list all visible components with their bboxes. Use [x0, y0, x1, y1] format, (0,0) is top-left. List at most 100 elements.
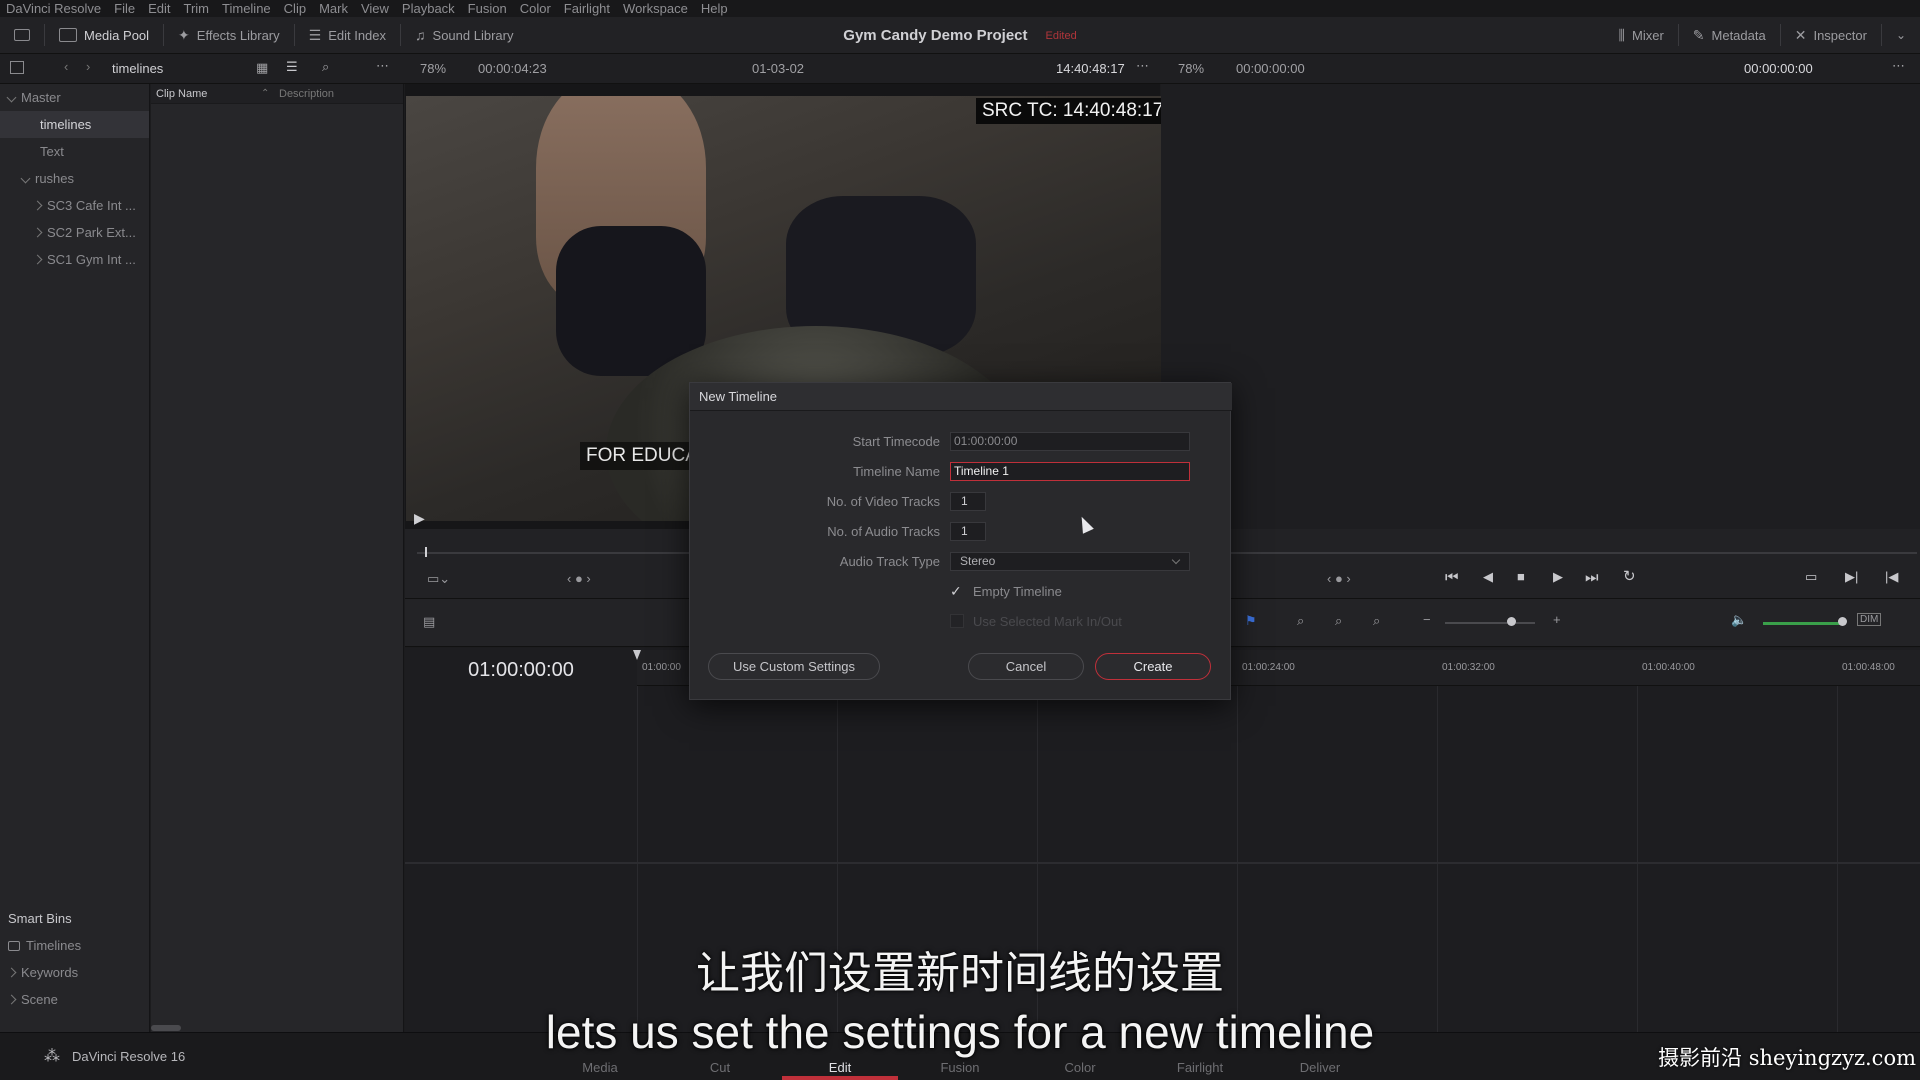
prev-edit-icon[interactable]: |◀	[1885, 569, 1898, 585]
expand-button[interactable]: ⌄	[1882, 17, 1920, 54]
go-to-end-icon[interactable]: ⏭	[1585, 569, 1599, 586]
zoom-full-icon[interactable]: ⌕	[1297, 613, 1304, 629]
menu-playback[interactable]: Playback	[402, 1, 455, 16]
audio-track-type-select[interactable]: Stereo	[950, 552, 1190, 571]
match-frame-icon[interactable]: ▭	[1805, 569, 1817, 585]
page-fusion[interactable]: Fusion	[910, 1060, 1010, 1075]
subtitle-chinese: 让我们设置新时间线的设置	[696, 948, 1224, 999]
page-color[interactable]: Color	[1030, 1060, 1130, 1075]
more-icon[interactable]: ⋯	[1136, 58, 1149, 74]
bin-rushes[interactable]: rushes	[0, 165, 149, 192]
create-button[interactable]: Create	[1095, 653, 1211, 680]
loop-icon[interactable]: ↻	[1623, 567, 1636, 585]
page-deliver[interactable]: Deliver	[1270, 1060, 1370, 1075]
cancel-button[interactable]: Cancel	[968, 653, 1084, 680]
volume-slider[interactable]	[1763, 622, 1843, 625]
menu-fusion[interactable]: Fusion	[468, 1, 507, 16]
effects-library-button[interactable]: ✦ Effects Library	[164, 17, 294, 54]
zoom-slider-thumb[interactable]	[1507, 617, 1516, 626]
menu-workspace[interactable]: Workspace	[623, 1, 688, 16]
menu-clip[interactable]: Clip	[284, 1, 306, 16]
bin-sc2[interactable]: SC2 Park Ext...	[0, 219, 149, 246]
volume-slider-thumb[interactable]	[1838, 617, 1847, 626]
menu-color[interactable]: Color	[520, 1, 551, 16]
use-mark-checkbox[interactable]	[950, 614, 964, 628]
play-icon[interactable]: ▶	[1553, 569, 1563, 585]
jog-control-icon[interactable]: ‹ ● ›	[567, 571, 591, 586]
menu-edit[interactable]: Edit	[148, 1, 170, 16]
bin-sc3[interactable]: SC3 Cafe Int ...	[0, 192, 149, 219]
sound-library-button[interactable]: ♫ Sound Library	[401, 17, 527, 54]
ruler-label: 01:00:00	[642, 662, 681, 673]
chevron-right-icon	[32, 227, 43, 238]
jog-control-icon[interactable]: ‹ ● ›	[1327, 571, 1351, 586]
timeline-name-input[interactable]: Timeline 1	[950, 462, 1190, 481]
menu-app[interactable]: DaVinci Resolve	[6, 1, 101, 16]
audio-tracks-field[interactable]: 1	[950, 522, 986, 541]
page-fairlight[interactable]: Fairlight	[1150, 1060, 1250, 1075]
zoom-custom-icon[interactable]: ⌕	[1373, 613, 1380, 629]
menu-trim[interactable]: Trim	[184, 1, 210, 16]
speaker-icon[interactable]: 🔈	[1731, 612, 1747, 628]
mixer-button[interactable]: ⫼ Mixer	[1605, 17, 1678, 54]
menu-file[interactable]: File	[114, 1, 135, 16]
list-view-icon[interactable]: ☰	[286, 59, 298, 75]
timeline-view-options-icon[interactable]: ▤	[423, 614, 435, 630]
back-icon[interactable]: ‹	[64, 59, 68, 74]
timeline-viewer[interactable]	[1161, 84, 1920, 529]
zoom-detail-icon[interactable]: ⌕	[1335, 613, 1342, 629]
source-zoom[interactable]: 78%	[420, 61, 446, 76]
page-media[interactable]: Media	[550, 1060, 650, 1075]
go-to-start-icon[interactable]: ⏮	[1445, 569, 1459, 586]
list-icon: ☰	[308, 26, 322, 43]
bin-master[interactable]: Master	[0, 84, 149, 111]
workspace-icon-button[interactable]	[0, 17, 44, 54]
stop-icon[interactable]: ■	[1517, 569, 1525, 584]
menu-fairlight[interactable]: Fairlight	[564, 1, 610, 16]
zoom-out-icon[interactable]: −	[1423, 612, 1431, 627]
bin-name: timelines	[112, 61, 164, 76]
step-back-icon[interactable]: ◀	[1483, 569, 1493, 585]
empty-timeline-checkbox[interactable]: ✓	[950, 584, 964, 598]
panel-toggle-icon[interactable]	[10, 61, 24, 74]
page-cut[interactable]: Cut	[670, 1060, 770, 1075]
dim-icon[interactable]: DIM	[1857, 613, 1882, 626]
use-custom-settings-button[interactable]: Use Custom Settings	[708, 653, 880, 680]
video-tracks-field[interactable]: 1	[950, 492, 986, 511]
menu-view[interactable]: View	[361, 1, 389, 16]
timeline-name-label: Timeline Name	[853, 464, 940, 479]
forward-icon[interactable]: ›	[86, 59, 90, 74]
media-pool-button[interactable]: Media Pool	[45, 17, 163, 54]
edit-index-button[interactable]: ☰ Edit Index	[295, 17, 400, 54]
start-timecode-field[interactable]: 01:00:00:00	[950, 432, 1190, 451]
timeline-timecode: 01:00:00:00	[468, 658, 574, 681]
sort-up-icon[interactable]: ⌃	[261, 88, 279, 99]
grid-view-icon[interactable]: ▦	[256, 60, 268, 76]
zoom-in-icon[interactable]: +	[1553, 612, 1561, 627]
scrubber-playhead[interactable]	[425, 547, 427, 557]
col-clip-name[interactable]: Clip Name	[156, 88, 261, 100]
menu-help[interactable]: Help	[701, 1, 728, 16]
flag-icon[interactable]: ⚑	[1245, 613, 1257, 629]
menu-mark[interactable]: Mark	[319, 1, 348, 16]
more-icon[interactable]: ⋯	[376, 58, 389, 74]
next-edit-icon[interactable]: ▶|	[1845, 569, 1858, 585]
page-edit[interactable]: Edit	[790, 1060, 890, 1075]
clip-name-select[interactable]: 01-03-02	[752, 61, 804, 76]
bin-timelines[interactable]: timelines	[0, 111, 149, 138]
audio-track-type-label: Audio Track Type	[839, 554, 940, 569]
metadata-button[interactable]: ✎ Metadata	[1679, 17, 1780, 54]
viewer-mode-icon[interactable]: ▭⌄	[427, 571, 450, 587]
empty-timeline-label: Empty Timeline	[973, 584, 1062, 599]
more-icon[interactable]: ⋯	[1892, 58, 1905, 74]
record-zoom[interactable]: 78%	[1178, 61, 1204, 76]
zoom-slider[interactable]	[1445, 622, 1535, 624]
search-icon[interactable]: ⌕	[322, 59, 329, 75]
chevron-right-icon	[32, 200, 43, 211]
col-description[interactable]: Description	[279, 88, 334, 100]
bin-text[interactable]: Text	[0, 138, 149, 165]
inspector-button[interactable]: ✕ Inspector	[1781, 17, 1881, 54]
bin-sc1[interactable]: SC1 Gym Int ...	[0, 246, 149, 273]
play-mark-icon[interactable]: ▶	[414, 510, 425, 527]
menu-timeline[interactable]: Timeline	[222, 1, 271, 16]
